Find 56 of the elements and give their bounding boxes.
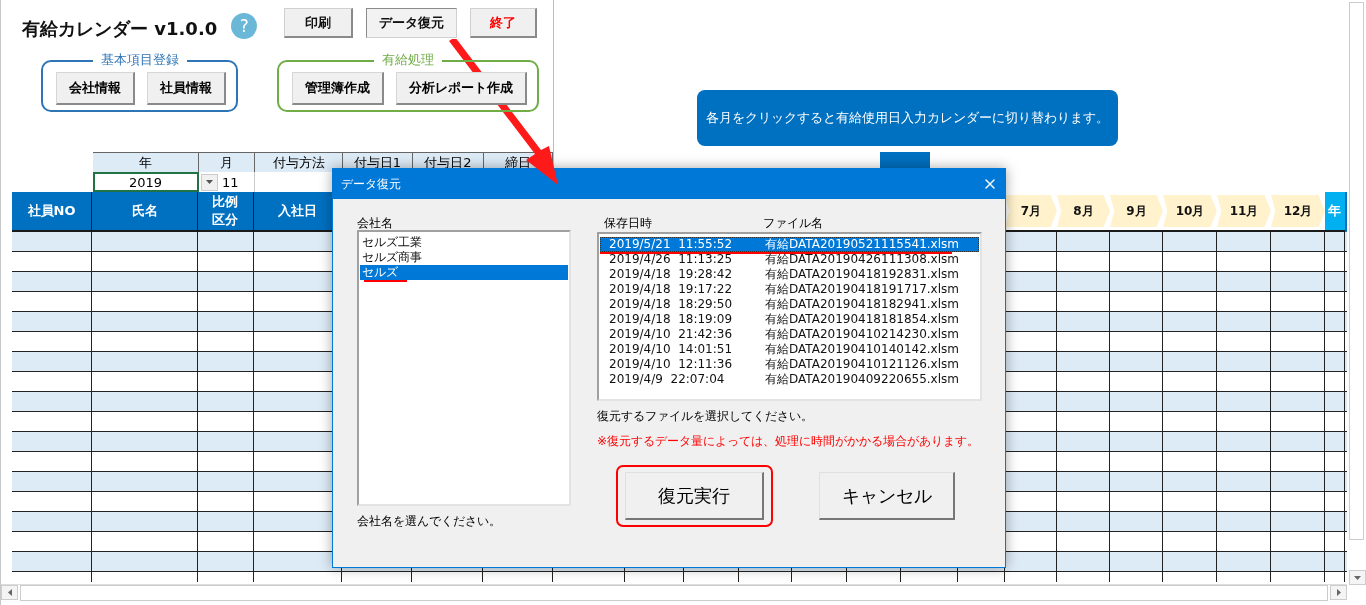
menu-button[interactable]: 会社情報 [56,72,135,105]
cancel-button[interactable]: キャンセル [819,472,955,520]
settings-header: 月 [199,152,255,172]
month-tab[interactable]: 8月 [1057,195,1110,227]
file-item[interactable]: 2019/5/21 11:55:52 有給DATA20190521115541.xlsm [600,237,979,252]
app-title: 有給カレンダー v1.0.0 [22,17,218,41]
menu-button[interactable]: 管理簿作成 [292,72,384,105]
warning-text: ※復元するデータ量によっては、処理に時間がかかる場合があります。 [597,433,981,450]
file-item[interactable]: 2019/4/18 18:29:50 有給DATA20190418182941.xlsm [600,297,979,312]
settings-header: 年 [93,152,199,172]
group-title: 基本項目登録 [92,51,187,69]
file-hint: 復元するファイルを選択してください。 [597,408,814,425]
year-cell[interactable]: 2019 [93,172,199,192]
settings-header: 付与方法 [255,152,343,172]
file-item[interactable]: 2019/4/10 12:11:36 有給DATA20190410121126.xlsm [600,357,979,372]
menu-button[interactable]: 分析レポート作成 [396,72,527,105]
info-banner: 各月をクリックすると有給使用日入力カレンダーに切り替わります。 [697,90,1118,146]
dialog-title: データ復元 [341,175,401,193]
company-list[interactable]: セルズ工業 セルズ商事 セルズ [357,230,571,506]
scroll-down-button[interactable] [1349,570,1366,585]
month-value: 11 [222,174,239,190]
toolbar-button[interactable]: 終了 [470,8,538,38]
company-item[interactable]: セルズ商事 [360,250,568,265]
column-header: 年 [1325,192,1345,232]
file-item[interactable]: 2019/4/10 14:01:51 有給DATA20190410140142.xlsm [600,342,979,357]
toolbar-button[interactable]: 印刷 [284,8,354,38]
group-title: 有給処理 [374,51,442,69]
file-item[interactable]: 2019/4/26 11:13:25 有給DATA20190426111308.xlsm [600,252,979,267]
file-item[interactable]: 2019/4/9 22:07:04 有給DATA20190409220655.xlsm [600,372,979,387]
left-arrow-icon [7,589,12,596]
caret-icon [206,180,213,184]
down-arrow-icon [1354,575,1361,580]
menu-button[interactable]: 社員情報 [147,72,226,105]
scroll-left-button[interactable] [1,585,18,600]
file-item[interactable]: 2019/4/18 19:17:22 有給DATA20190418191717.xlsm [600,282,979,297]
file-item[interactable]: 2019/4/18 18:19:09 有給DATA20190418181854.xlsm [600,312,979,327]
dropdown-button[interactable] [201,173,218,191]
month-tab[interactable]: 12月 [1271,195,1325,227]
file-item[interactable]: 2019/4/10 21:42:36 有給DATA20190410214230.xlsm [600,327,979,342]
scroll-right-button[interactable] [1330,585,1347,600]
column-header: 保存日時 [604,216,653,230]
file-item[interactable]: 2019/4/18 19:28:42 有給DATA20190418192831.xlsm [600,267,979,282]
month-tab[interactable]: 7月 [1005,195,1057,227]
company-item[interactable]: セルズ工業 [360,235,568,250]
annotation-underline [364,280,407,282]
column-header: ファイル名 [763,216,824,230]
restore-button[interactable]: 復元実行 [625,472,764,520]
right-arrow-icon [1336,589,1341,596]
toolbar-button[interactable]: データ復元 [366,8,458,38]
company-item[interactable]: セルズ [360,265,568,280]
month-tab[interactable]: 11月 [1217,195,1271,227]
file-list[interactable] [597,232,982,401]
company-label: 会社名 [357,216,394,230]
month-tab[interactable]: 9月 [1110,195,1163,227]
month-tab[interactable]: 10月 [1163,195,1217,227]
company-hint: 会社名を選んでください。 [357,513,502,530]
